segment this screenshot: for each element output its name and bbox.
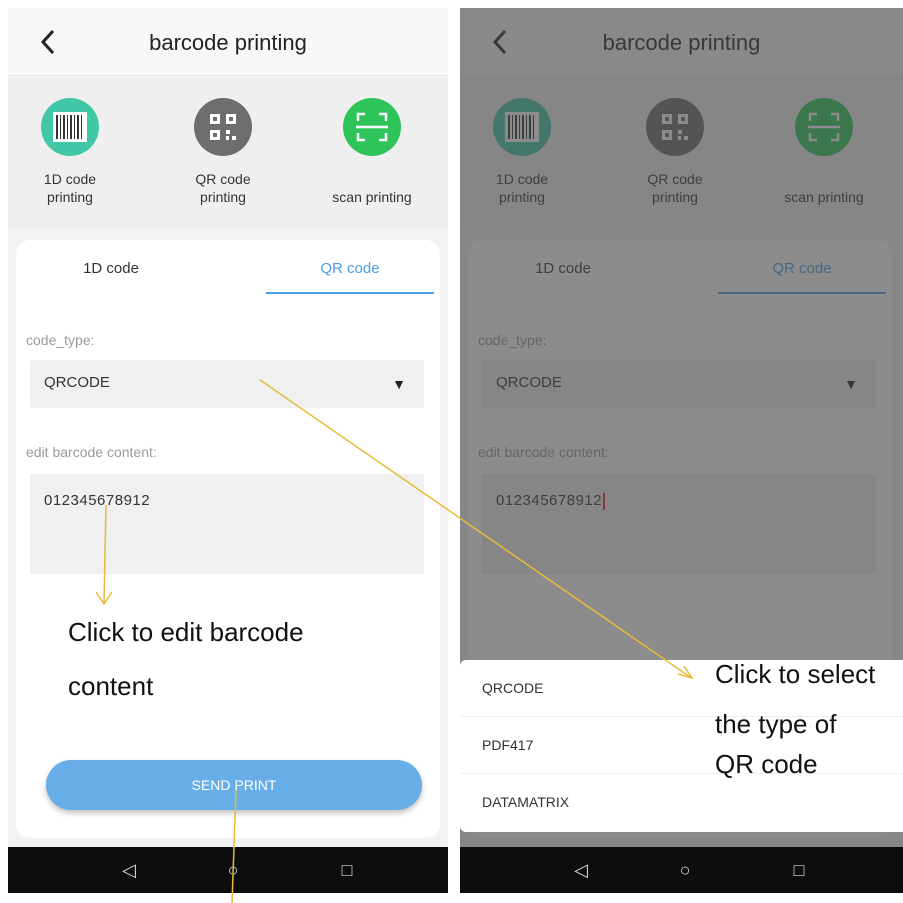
active-tab-indicator [266, 292, 434, 294]
nav-recents-icon[interactable]: □ [786, 857, 812, 883]
nav-home-icon[interactable]: ○ [672, 857, 698, 883]
scan-icon [343, 98, 401, 156]
system-nav-bar: ◁ ○ □ [460, 847, 903, 893]
nav-recents-icon[interactable]: □ [334, 857, 360, 883]
mode-label: QR codeprinting [195, 171, 251, 205]
mode-qr-code-printing[interactable]: QR codeprinting [163, 98, 283, 206]
system-nav-bar: ◁ ○ □ [8, 847, 448, 893]
tab-qr-code[interactable]: QR code [265, 260, 435, 277]
barcode-content-label: edit barcode content: [26, 444, 157, 460]
page-title: barcode printing [149, 30, 307, 55]
send-print-button[interactable]: SEND PRINT [46, 760, 422, 810]
mode-label: 1D codeprinting [43, 171, 97, 205]
qr-code-icon [194, 98, 252, 156]
annotation-select-type: Click to select the type of QR code [715, 659, 876, 779]
code-type-value: QRCODE [44, 374, 110, 391]
dropdown-caret-icon: ▼ [392, 376, 406, 392]
tab-1d-code[interactable]: 1D code [26, 260, 196, 277]
code-type-select[interactable]: QRCODE ▼ [30, 360, 424, 408]
mode-label: scan printing [332, 189, 412, 205]
barcode-content-value: 012345678912 [44, 492, 151, 509]
barcode-icon [41, 98, 99, 156]
mode-scan-printing[interactable]: scan printing [312, 98, 432, 206]
left-phone-screen: barcode printing 1D code printing QR code… [8, 8, 448, 893]
nav-back-icon[interactable]: ◁ [568, 857, 594, 883]
nav-back-icon[interactable]: ◁ [116, 857, 142, 883]
print-mode-bar: 1D codeprinting QR codeprinting scan pri… [8, 78, 448, 228]
app-bar: barcode printing [8, 8, 448, 76]
code-type-label: code_type: [26, 332, 95, 348]
mode-1d-code-printing[interactable]: 1D codeprinting [10, 98, 130, 206]
nav-home-icon[interactable]: ○ [220, 857, 246, 883]
barcode-content-input[interactable]: 012345678912 [30, 474, 424, 574]
annotation-edit-content: Click to edit barcode content [68, 617, 304, 701]
